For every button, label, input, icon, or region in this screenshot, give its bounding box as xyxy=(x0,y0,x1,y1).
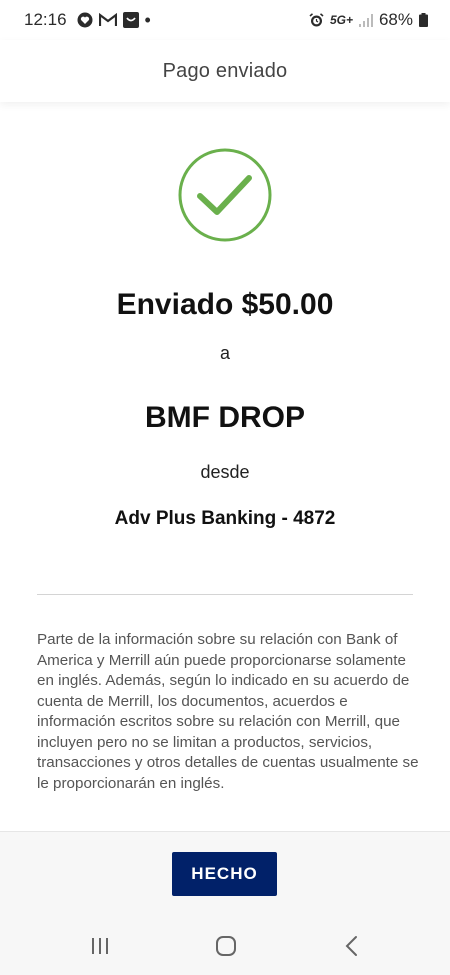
page-title: Pago enviado xyxy=(162,59,288,82)
divider xyxy=(37,594,413,595)
dot-icon: • xyxy=(144,10,151,30)
recents-icon[interactable] xyxy=(88,934,112,958)
header: Pago enviado xyxy=(0,40,450,102)
recipient-name: BMF DROP xyxy=(145,401,305,434)
alarm-icon xyxy=(309,12,324,28)
gmail-icon xyxy=(98,13,117,27)
language-disclaimer: Parte de la información sobre su relació… xyxy=(37,631,419,792)
signal-icon xyxy=(358,13,373,27)
home-icon[interactable] xyxy=(214,934,238,958)
system-nav-bar xyxy=(0,916,450,975)
status-right: 5G+ 68% xyxy=(309,10,428,30)
status-left: 12:16 • xyxy=(24,10,151,30)
connector-from: desde xyxy=(200,462,250,482)
done-button[interactable]: HECHO xyxy=(172,852,277,896)
checkmark-circle-icon xyxy=(178,148,272,242)
status-bar: 12:16 • 5G+ 68% xyxy=(0,0,450,40)
battery-icon xyxy=(419,13,428,27)
back-icon[interactable] xyxy=(340,934,364,958)
battery-percent: 68% xyxy=(378,10,413,29)
heart-icon xyxy=(77,12,93,28)
inbox-icon xyxy=(122,12,139,28)
screen: 12:16 • 5G+ 68% Pago enviado Enviado $50… xyxy=(0,0,450,975)
connector-to: a xyxy=(219,343,230,363)
footer: HECHO xyxy=(0,831,450,916)
source-account: Adv Plus Banking - 4872 xyxy=(114,508,336,529)
network-indicator: 5G+ xyxy=(329,13,353,27)
sent-amount: Enviado $50.00 xyxy=(116,288,334,321)
status-time: 12:16 xyxy=(24,10,67,29)
